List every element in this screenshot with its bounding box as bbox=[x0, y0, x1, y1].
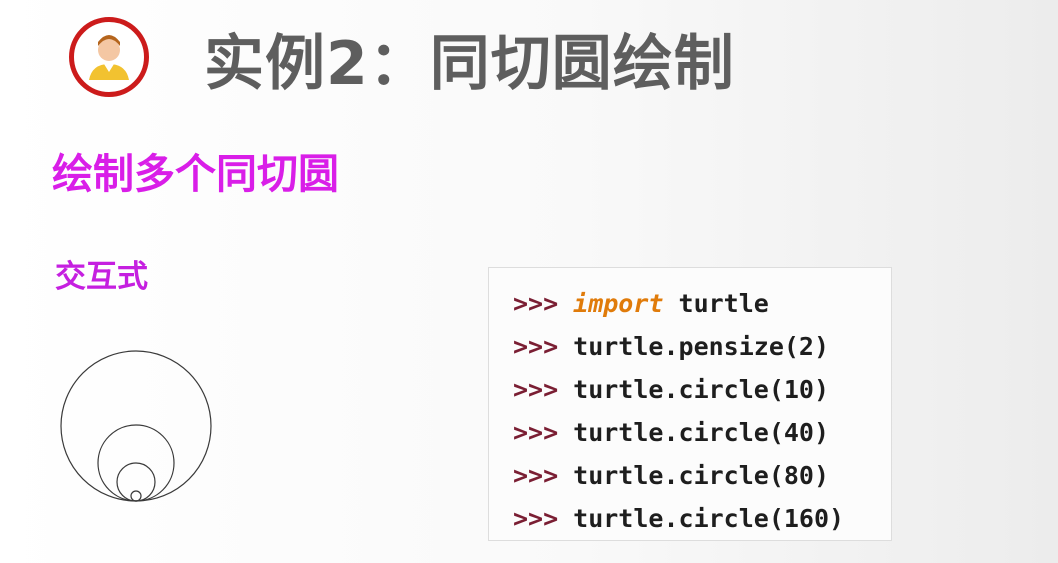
tangent-circles-drawing bbox=[60, 350, 212, 502]
code-text: turtle.circle(80) bbox=[573, 461, 830, 490]
code-line: >>> turtle.circle(160) bbox=[513, 497, 891, 540]
prompt-marker: >>> bbox=[513, 418, 559, 447]
code-text: turtle.circle(160) bbox=[573, 504, 845, 533]
code-block: >>> import turtle >>> turtle.pensize(2) >>> t… bbox=[488, 267, 892, 541]
code-text: turtle.pensize(2) bbox=[573, 332, 830, 361]
prompt-marker: >>> bbox=[513, 375, 559, 404]
code-text: turtle bbox=[663, 289, 769, 318]
page-title: 实例2：同切圆绘制 bbox=[204, 29, 735, 99]
code-text: turtle.circle(10) bbox=[573, 375, 830, 404]
circle-160 bbox=[60, 350, 212, 502]
mode-label: 交互式 bbox=[55, 259, 148, 295]
prompt-marker: >>> bbox=[513, 289, 559, 318]
code-line: >>> turtle.circle(10) bbox=[513, 368, 891, 411]
code-line: >>> turtle.pensize(2) bbox=[513, 325, 891, 368]
prompt-marker: >>> bbox=[513, 504, 559, 533]
user-avatar-icon bbox=[69, 17, 149, 97]
code-line: >>> turtle.circle(40) bbox=[513, 411, 891, 454]
code-line: >>> import turtle bbox=[513, 282, 891, 325]
code-line: >>> turtle.circle(80) bbox=[513, 454, 891, 497]
prompt-marker: >>> bbox=[513, 461, 559, 490]
code-keyword: import bbox=[573, 289, 664, 318]
prompt-marker: >>> bbox=[513, 332, 559, 361]
circle-10 bbox=[130, 490, 142, 502]
section-heading: 绘制多个同切圆 bbox=[52, 150, 339, 198]
circle-40 bbox=[116, 462, 156, 502]
code-text: turtle.circle(40) bbox=[573, 418, 830, 447]
